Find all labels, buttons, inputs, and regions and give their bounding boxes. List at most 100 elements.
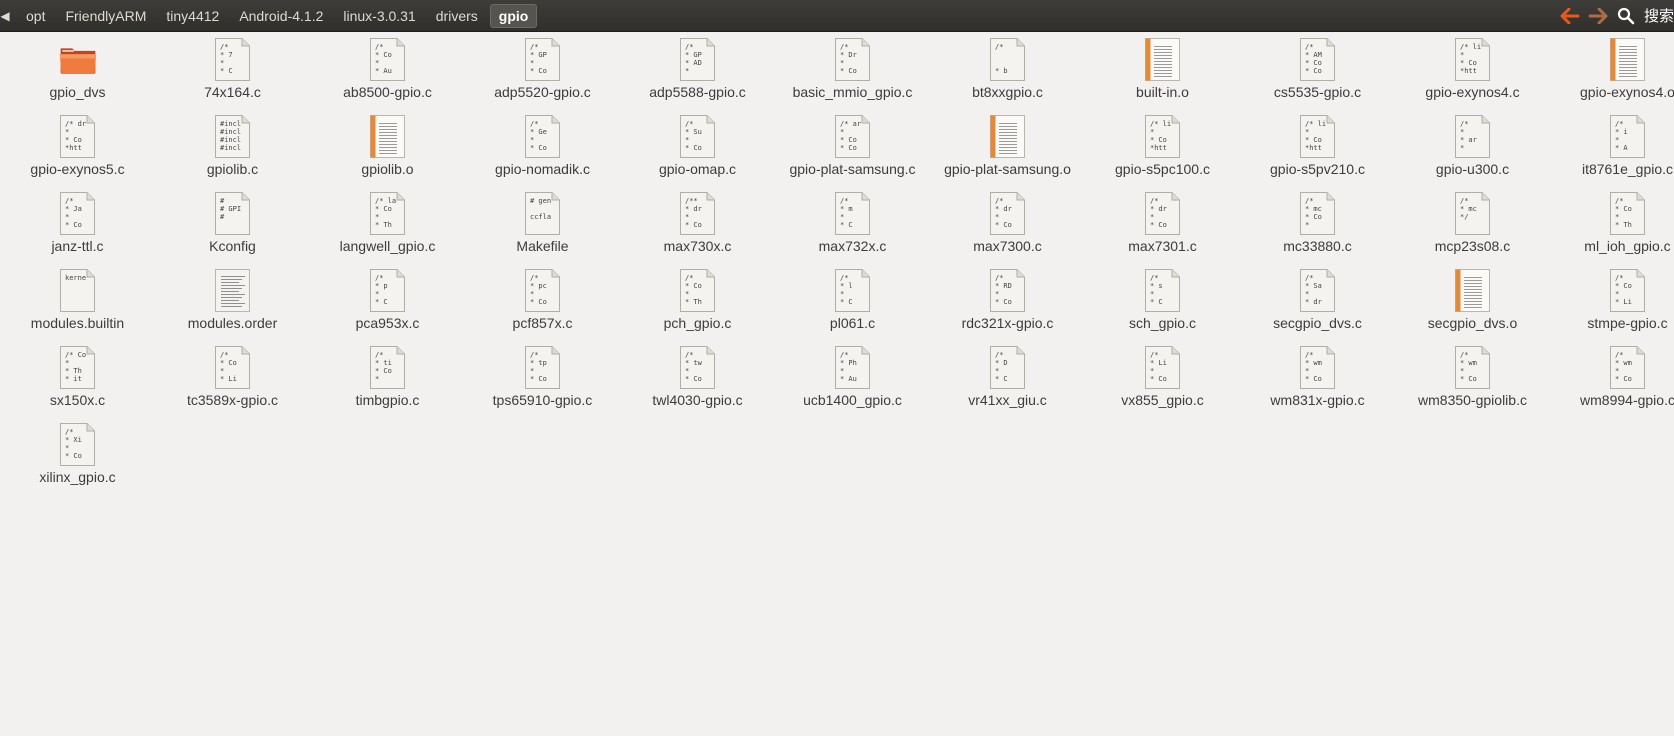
file-item[interactable]: /* * Co * * Th pch_gpio.c — [620, 269, 775, 346]
file-item[interactable]: /* Co * * Th * it sx150x.c — [0, 346, 155, 423]
file-item[interactable]: /* * Co * * Th ml_ioh_gpio.c — [1550, 192, 1674, 269]
file-item[interactable]: /* * Co * * Au ab8500-gpio.c — [310, 38, 465, 115]
file-item[interactable]: /* * Xi * * Co xilinx_gpio.c — [0, 423, 155, 500]
svg-text:* l: * l — [840, 282, 853, 290]
location-bar: ◀ opt FriendlyARM tiny4412 Android-4.1.2… — [0, 0, 1674, 32]
svg-text:/* li: /* li — [1150, 120, 1171, 128]
svg-text:#incl: #incl — [220, 136, 241, 144]
file-item[interactable]: /* * wm * * Co wm8994-gpio.c — [1550, 346, 1674, 423]
file-item[interactable]: /* * tp * * Co tps65910-gpio.c — [465, 346, 620, 423]
search-icon[interactable] — [1614, 4, 1638, 28]
file-item[interactable]: /* * GP * AD * adp5588-gpio.c — [620, 38, 775, 115]
breadcrumb-item-drivers[interactable]: drivers — [428, 5, 486, 27]
file-item[interactable]: /* * Ge * * Co gpio-nomadik.c — [465, 115, 620, 192]
file-item[interactable]: /* * mc */ mcp23s08.c — [1395, 192, 1550, 269]
file-item[interactable]: /* * RD * * Co rdc321x-gpio.c — [930, 269, 1085, 346]
file-item[interactable]: /* * * ar * gpio-u300.c — [1395, 115, 1550, 192]
source-file-icon: /* li * * Co *htt — [1299, 115, 1337, 159]
svg-text:*: * — [1615, 367, 1619, 375]
source-file-icon: /* dr * * Co *htt — [59, 115, 97, 159]
file-item[interactable]: /* * l * * C pl061.c — [775, 269, 930, 346]
file-item[interactable]: /* li * * Co *htt gpio-exynos4.c — [1395, 38, 1550, 115]
source-file-icon: /* * 7 * * C — [214, 38, 252, 82]
breadcrumb-scroll-left-icon[interactable]: ◀ — [0, 9, 10, 23]
search-label[interactable]: 搜索 — [1644, 5, 1674, 26]
file-item[interactable]: /* * Co * * Li tc3589x-gpio.c — [155, 346, 310, 423]
file-name: built-in.o — [1136, 84, 1189, 100]
file-name: pl061.c — [829, 315, 876, 331]
file-item[interactable]: /* * Li * * Co vx855_gpio.c — [1085, 346, 1240, 423]
file-item[interactable]: /* * wm * * Co wm831x-gpio.c — [1240, 346, 1395, 423]
file-item[interactable]: /* * pc * * Co pcf857x.c — [465, 269, 620, 346]
source-file-icon: /* * Co * * Au — [369, 38, 407, 82]
source-file-icon: /* * Su * * Co — [679, 115, 717, 159]
svg-text:/*: /* — [65, 428, 73, 436]
file-item[interactable]: /* * GP * * Co adp5520-gpio.c — [465, 38, 620, 115]
file-item[interactable]: /* * Co * * Li stmpe-gpio.c — [1550, 269, 1674, 346]
file-item[interactable]: /* * tw * * Co twl4030-gpio.c — [620, 346, 775, 423]
file-item[interactable]: /* * ti * Co * timbgpio.c — [310, 346, 465, 423]
file-item[interactable]: /* la * Co * * Th langwell_gpio.c — [310, 192, 465, 269]
svg-text:* mc: * mc — [1305, 205, 1322, 213]
svg-text:* b: * b — [995, 67, 1008, 75]
source-file-icon: # gen ccfla — [524, 192, 562, 236]
svg-text:* wm: * wm — [1305, 359, 1322, 367]
forward-arrow-icon[interactable] — [1586, 4, 1610, 28]
file-item[interactable]: /* * 7 * * C 74x164.c — [155, 38, 310, 115]
source-file-icon: /* * wm * * Co — [1454, 346, 1492, 390]
file-item[interactable]: /* * mc * Co * mc33880.c — [1240, 192, 1395, 269]
file-item[interactable]: /* * b bt8xxgpio.c — [930, 38, 1085, 115]
file-item[interactable]: /* * Dr * * Co basic_mmio_gpio.c — [775, 38, 930, 115]
file-item[interactable]: gpiolib.o — [310, 115, 465, 192]
file-item[interactable]: secgpio_dvs.o — [1395, 269, 1550, 346]
file-item[interactable]: /* * AM * Co * Co cs5535-gpio.c — [1240, 38, 1395, 115]
file-item[interactable]: /* li * * Co *htt gpio-s5pv210.c — [1240, 115, 1395, 192]
file-item[interactable]: # # GPI # Kconfig — [155, 192, 310, 269]
file-item[interactable]: built-in.o — [1085, 38, 1240, 115]
svg-text:* Co: * Co — [1305, 59, 1322, 67]
file-item[interactable]: gpio-exynos4.o — [1550, 38, 1674, 115]
file-item[interactable]: gpio_dvs — [0, 38, 155, 115]
svg-text:# gen: # gen — [530, 197, 551, 205]
source-file-icon: /* * b — [989, 38, 1027, 82]
file-item[interactable]: /* ar * * Co * Co gpio-plat-samsung.c — [775, 115, 930, 192]
breadcrumb-item-friendlyarm[interactable]: FriendlyARM — [57, 5, 154, 27]
file-item[interactable]: /* * Ja * * Co janz-ttl.c — [0, 192, 155, 269]
svg-text:* Co: * Co — [1150, 221, 1167, 229]
file-item[interactable]: /* * s * * C sch_gpio.c — [1085, 269, 1240, 346]
file-name: gpio-s5pc100.c — [1115, 161, 1210, 177]
svg-text:*: * — [840, 290, 844, 298]
file-item[interactable]: /* * Sa * * dr secgpio_dvs.c — [1240, 269, 1395, 346]
file-item[interactable]: /* * D * * C vr41xx_giu.c — [930, 346, 1085, 423]
file-item[interactable]: /* * dr * * Co max7301.c — [1085, 192, 1240, 269]
svg-text:*: * — [65, 359, 69, 367]
file-item[interactable]: /* * Su * * Co gpio-omap.c — [620, 115, 775, 192]
file-item[interactable]: modules.order — [155, 269, 310, 346]
file-item[interactable]: /* * dr * * Co max7300.c — [930, 192, 1085, 269]
file-item[interactable]: #incl #incl #incl #incl gpiolib.c — [155, 115, 310, 192]
file-item[interactable]: # gen ccfla Makefile — [465, 192, 620, 269]
file-item[interactable]: /* li * * Co *htt gpio-s5pc100.c — [1085, 115, 1240, 192]
file-name: mcp23s08.c — [1434, 238, 1511, 254]
breadcrumb-item-opt[interactable]: opt — [18, 5, 53, 27]
file-item[interactable]: /* * wm * * Co wm8350-gpiolib.c — [1395, 346, 1550, 423]
file-name: adp5588-gpio.c — [649, 84, 746, 100]
source-file-icon: /* * D * * C — [989, 346, 1027, 390]
svg-text:* Th: * Th — [685, 298, 702, 306]
file-item[interactable]: kerne modules.builtin — [0, 269, 155, 346]
source-file-icon: /* * Xi * * Co — [59, 423, 97, 467]
file-name: pcf857x.c — [512, 315, 573, 331]
svg-text:*htt: *htt — [65, 144, 82, 152]
file-item[interactable]: /* * p * * C pca953x.c — [310, 269, 465, 346]
file-item[interactable]: /* dr * * Co *htt gpio-exynos5.c — [0, 115, 155, 192]
breadcrumb-item-linux[interactable]: linux-3.0.31 — [335, 5, 423, 27]
breadcrumb-item-android[interactable]: Android-4.1.2 — [231, 5, 331, 27]
breadcrumb-item-gpio[interactable]: gpio — [489, 3, 538, 28]
file-item[interactable]: /* * m * * C max732x.c — [775, 192, 930, 269]
back-arrow-icon[interactable] — [1558, 4, 1582, 28]
file-item[interactable]: /* * i * * A it8761e_gpio.c — [1550, 115, 1674, 192]
file-item[interactable]: gpio-plat-samsung.o — [930, 115, 1085, 192]
file-item[interactable]: /* * Ph * * Au ucb1400_gpio.c — [775, 346, 930, 423]
file-item[interactable]: /** * dr * * Co max730x.c — [620, 192, 775, 269]
breadcrumb-item-tiny4412[interactable]: tiny4412 — [158, 5, 227, 27]
